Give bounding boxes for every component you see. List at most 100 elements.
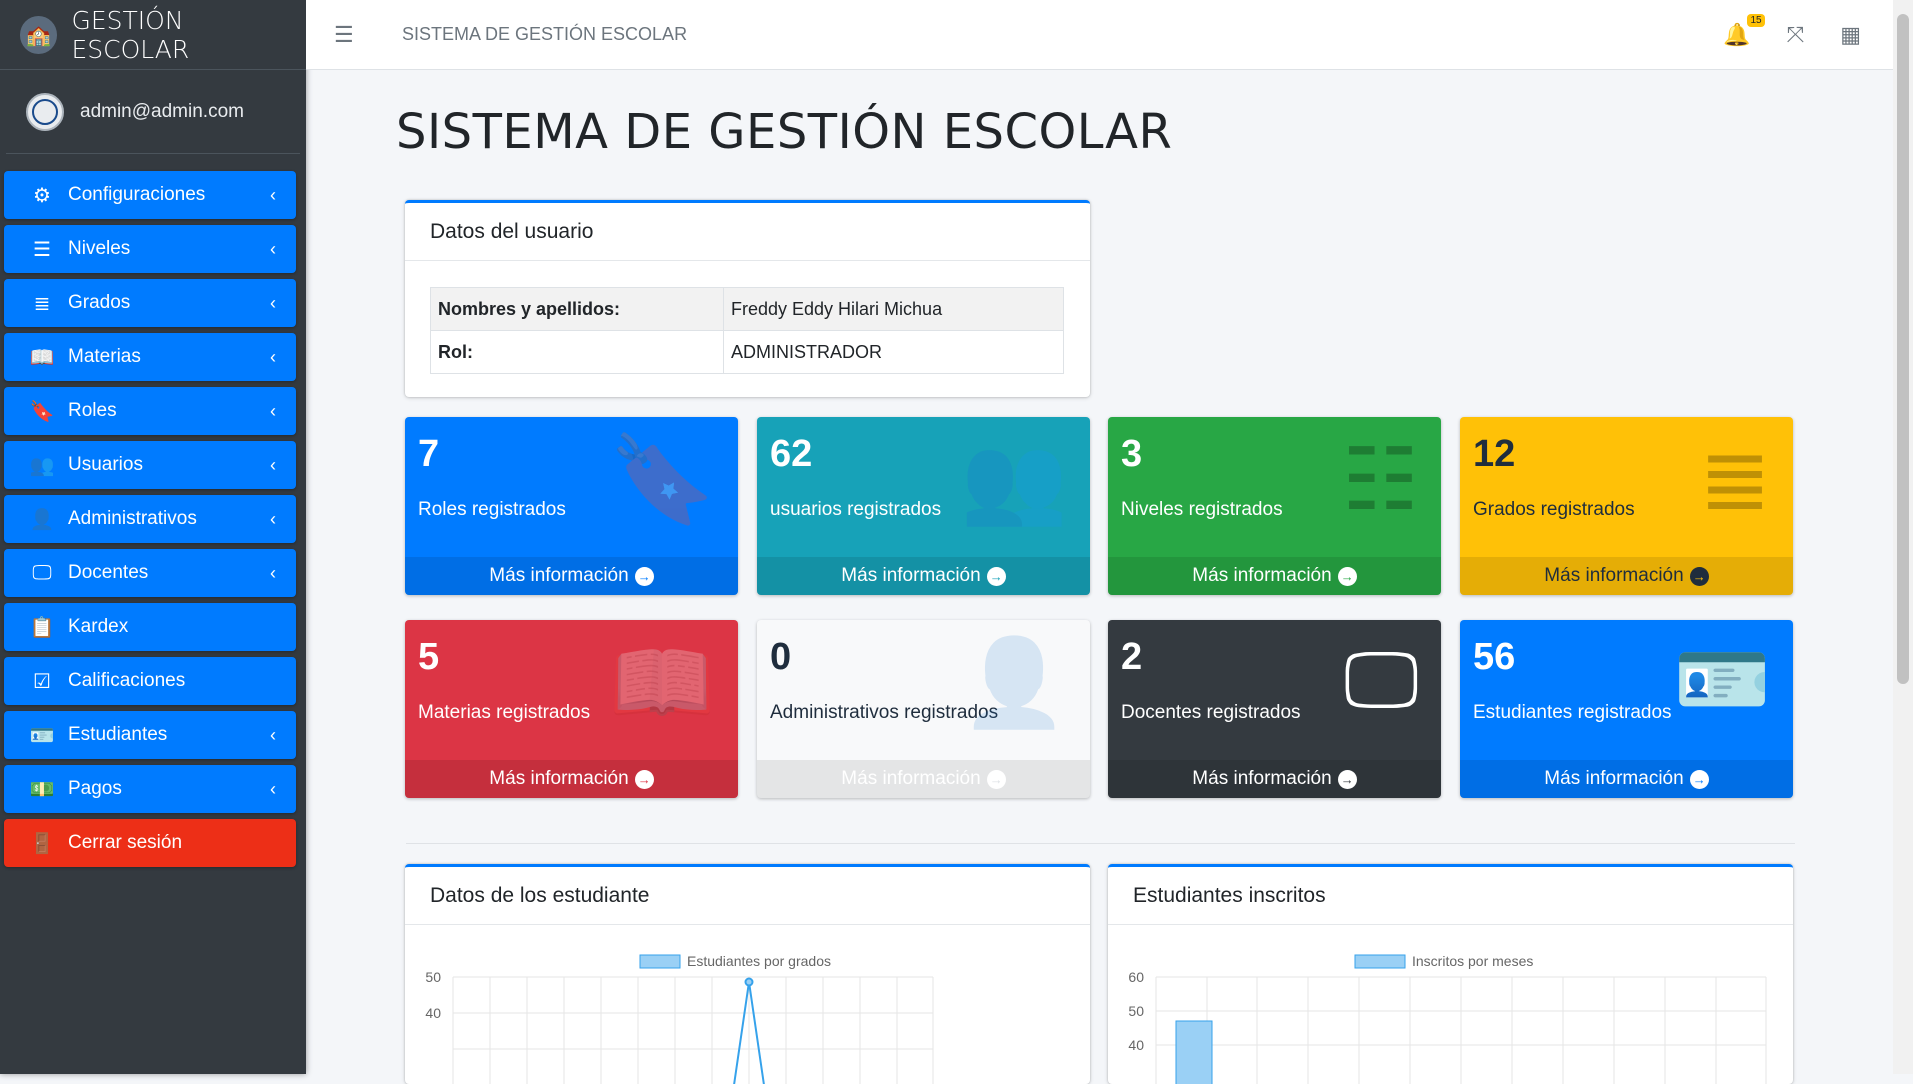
more-info-label: Más información [841,565,981,586]
fullscreen-exit-icon[interactable]: ⤧ [1787,22,1805,48]
sidebar-item-label: Calificaciones [68,670,186,691]
stat-label: Niveles registrados [1121,499,1283,520]
user-avatar-icon [26,92,64,131]
scrollbar-thumb[interactable] [1897,14,1909,684]
sidebar-item-materias[interactable]: 📖 Materias ‹ [4,333,296,381]
users-icon: 👥 [960,432,1068,528]
sidebar-item-configuraciones[interactable]: ⚙ Configuraciones ‹ [4,171,296,219]
chart-grid [1155,976,1767,1084]
card-header: Estudiantes inscritos [1108,867,1793,925]
arrow-right-circle-icon: → [1689,566,1709,586]
more-info-link[interactable]: Más información → [1108,557,1441,595]
clipboard-check-icon: 📋 [29,616,55,639]
grid-layout-icon[interactable]: ▦ [1840,22,1861,48]
stat-box-administrativos: 0 Administrativos registrados 👤 Más info… [757,620,1090,798]
logout-button[interactable]: 🚪 Cerrar sesión [4,819,296,867]
person-lines-icon: 👤 [29,508,55,531]
more-info-link[interactable]: Más información → [405,557,738,595]
more-info-label: Más información [489,768,629,789]
table-cell-key: Nombres y apellidos: [430,287,724,331]
sidebar-item-administrativos[interactable]: 👤 Administrativos ‹ [4,495,296,543]
stat-number: 5 [418,636,440,678]
notifications-bell-icon[interactable]: 🔔 15 [1723,14,1765,48]
page-scrollbar[interactable] [1893,0,1913,1074]
stat-number: 12 [1473,433,1516,475]
ladder-icon: ☷ [1341,432,1419,528]
check-square-icon: ☑ [33,670,51,693]
stat-number: 2 [1121,636,1143,678]
more-info-label: Más información [489,565,629,586]
arrow-right-circle-icon: → [986,769,1006,789]
more-info-link[interactable]: Más información → [1460,557,1793,595]
sidebar-item-pagos[interactable]: 💵 Pagos ‹ [4,765,296,813]
person-video-icon: 🖵 [1343,635,1419,723]
more-info-link[interactable]: Más información → [405,760,738,798]
table-row: Rol: ADMINISTRADOR [430,330,1064,374]
person-video-icon: 🖵 [32,561,52,584]
brand-link[interactable]: 🏫 GESTIÓN ESCOLAR [0,0,306,70]
user-data-card: Datos del usuario Nombres y apellidos: F… [405,200,1090,397]
chevron-left-icon: ‹ [270,184,276,205]
bookmark-icon: 🔖 [29,400,55,423]
sidebar-item-label: Configuraciones [68,184,206,205]
users-icon: 👥 [29,454,55,477]
sidebar-item-label: Estudiantes [68,724,168,745]
person-square-icon: 🪪 [1673,635,1771,723]
stat-label: Grados registrados [1473,499,1635,520]
stat-label: Roles registrados [418,499,566,520]
sidebar-item-label: Niveles [68,238,131,259]
sidebar-item-calificaciones[interactable]: ☑ Calificaciones [4,657,296,705]
stat-label: Materias registrados [418,702,591,723]
arrow-right-circle-icon: → [1689,769,1709,789]
stat-box-grados: 12 Grados registrados ≣ Más información → [1460,417,1793,595]
table-cell-value: Freddy Eddy Hilari Michua [723,287,1064,331]
user-panel[interactable]: admin@admin.com [6,70,300,154]
sidebar-item-estudiantes[interactable]: 🪪 Estudiantes ‹ [4,711,296,759]
y-tick-label: 40 [425,1005,441,1021]
brand-title: GESTIÓN ESCOLAR [71,5,190,64]
school-logo-icon: 🏫 [20,15,58,54]
sidebar-nav: ⚙ Configuraciones ‹ ☰ Niveles ‹ ≣ Grados… [0,154,306,867]
stat-box-materias: 5 Materias registrados 📖 Más información… [405,620,738,798]
notification-badge: 15 [1747,14,1765,27]
more-info-link[interactable]: Más información → [1460,760,1793,798]
user-info-table: Nombres y apellidos: Freddy Eddy Hilari … [430,287,1064,374]
divider [406,843,1795,844]
hamburger-menu-icon[interactable]: ☰ [334,22,364,48]
bar[interactable] [1175,1020,1213,1084]
sidebar-item-label: Grados [68,292,131,313]
person-square-icon: 🪪 [29,724,55,747]
legend-swatch [639,954,681,969]
sidebar-item-grados[interactable]: ≣ Grados ‹ [4,279,296,327]
list-icon: ☰ [33,238,51,261]
door-icon: 🚪 [29,832,55,855]
sidebar-item-docentes[interactable]: 🖵 Docentes ‹ [4,549,296,597]
y-tick-label: 60 [1128,969,1144,985]
sidebar-item-kardex[interactable]: 📋 Kardex [4,603,296,651]
more-info-link[interactable]: Más información → [1108,760,1441,798]
sidebar-item-roles[interactable]: 🔖 Roles ‹ [4,387,296,435]
more-info-link[interactable]: Más información → [757,760,1090,798]
chevron-left-icon: ‹ [270,292,276,313]
sidebar-item-niveles[interactable]: ☰ Niveles ‹ [4,225,296,273]
more-info-label: Más información [1544,565,1684,586]
chevron-left-icon: ‹ [270,400,276,421]
table-row: Nombres y apellidos: Freddy Eddy Hilari … [430,287,1064,331]
sidebar-item-label: Roles [68,400,117,421]
chevron-left-icon: ‹ [270,238,276,259]
legend-label: Estudiantes por grados [687,953,831,969]
bars-staggered-icon: ≣ [33,292,51,315]
bookmarks-icon: 🔖 [608,432,716,528]
gear-icon: ⚙ [33,184,51,207]
sidebar-item-label: Materias [68,346,141,367]
sidebar-item-label: Kardex [68,616,129,637]
stat-box-niveles: 3 Niveles registrados ☷ Más información → [1108,417,1441,595]
sidebar-item-usuarios[interactable]: 👥 Usuarios ‹ [4,441,296,489]
chart-grid [452,976,934,1084]
more-info-link[interactable]: Más información → [757,557,1090,595]
navbar-title[interactable]: SISTEMA DE GESTIÓN ESCOLAR [402,24,687,45]
more-info-label: Más información [1192,565,1332,586]
chevron-left-icon: ‹ [270,778,276,799]
stat-number: 3 [1121,433,1143,475]
data-point[interactable] [744,977,754,987]
